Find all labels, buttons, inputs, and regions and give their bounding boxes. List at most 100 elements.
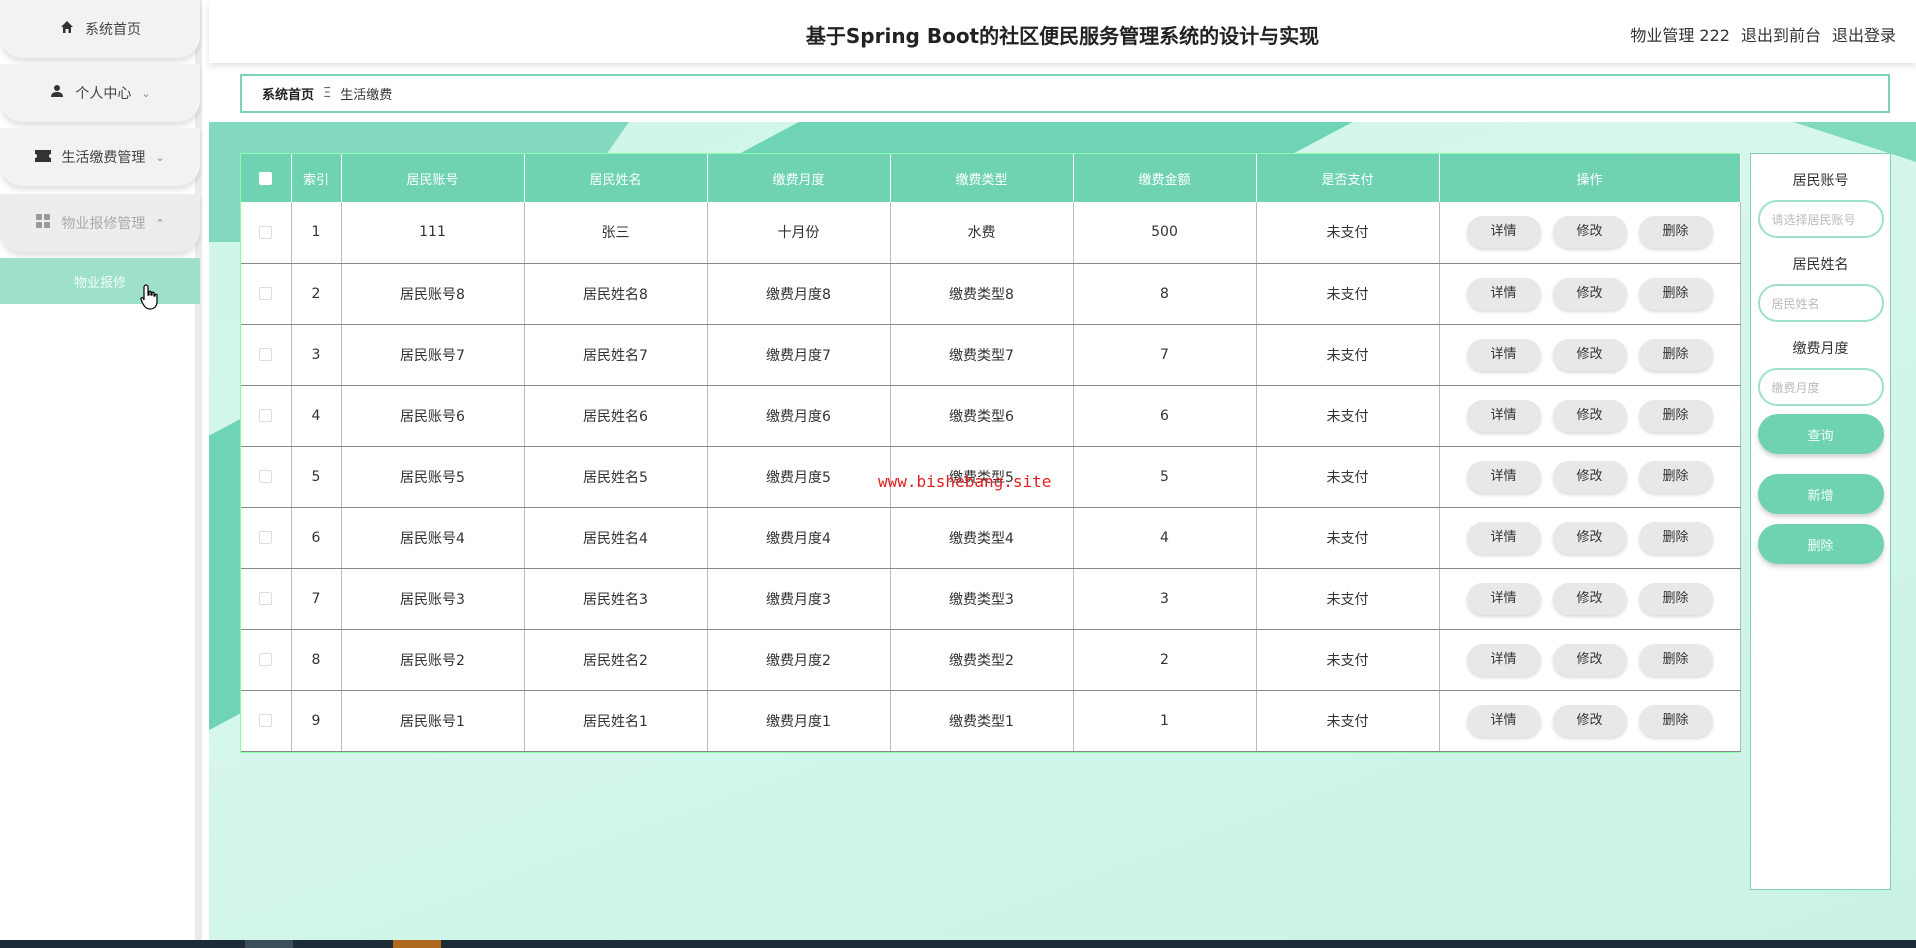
cell-actions: 详情 修改 删除 — [1439, 690, 1741, 752]
row-select-cell[interactable] — [241, 629, 292, 691]
month-input[interactable]: 缴费月度 — [1757, 368, 1884, 406]
edit-button[interactable]: 修改 — [1552, 216, 1627, 249]
name-label: 居民姓名 — [1792, 257, 1849, 273]
hand-cursor-icon — [140, 284, 160, 310]
current-user: 物业管理 222 — [1630, 26, 1730, 45]
cell-name: 居民姓名3 — [524, 568, 708, 630]
row-checkbox[interactable] — [259, 592, 273, 605]
sidebar-item-home[interactable]: 系统首页 — [0, 0, 200, 58]
row-select-cell[interactable] — [241, 202, 292, 264]
cell-paid: 未支付 — [1256, 202, 1440, 264]
submenu-item-repair[interactable]: 物业报修 — [0, 258, 200, 304]
top-header: 基于Spring Boot的社区便民服务管理系统的设计与实现 物业管理 222 … — [209, 0, 1916, 63]
logout-link[interactable]: 退出登录 — [1832, 22, 1896, 46]
delete-button[interactable]: 删除 — [1638, 704, 1713, 737]
select-all-checkbox[interactable] — [259, 171, 273, 185]
row-select-cell[interactable] — [241, 568, 292, 630]
cell-name: 居民姓名5 — [524, 446, 708, 508]
detail-button[interactable]: 详情 — [1466, 338, 1541, 371]
cell-actions: 详情 修改 删除 — [1439, 507, 1741, 569]
column-header: 缴费类型 — [890, 154, 1074, 202]
row-checkbox[interactable] — [259, 409, 273, 422]
row-checkbox[interactable] — [259, 470, 273, 483]
detail-button[interactable]: 详情 — [1466, 277, 1541, 310]
grid-icon — [35, 214, 51, 232]
home-icon — [59, 20, 75, 38]
edit-button[interactable]: 修改 — [1552, 460, 1627, 493]
edit-button[interactable]: 修改 — [1552, 277, 1627, 310]
row-checkbox[interactable] — [259, 225, 273, 239]
to-front-link[interactable]: 退出到前台 — [1741, 22, 1821, 46]
sidebar-item-payment[interactable]: 生活缴费管理 ⌄ — [0, 128, 200, 186]
detail-button[interactable]: 详情 — [1466, 460, 1541, 493]
delete-button[interactable]: 删除 — [1638, 521, 1713, 554]
breadcrumb-current: 生活缴费 — [340, 88, 393, 103]
table-row: 1 111 张三 十月份 水费 500 未支付 详情 修改 删除 — [241, 202, 1741, 264]
delete-button[interactable]: 删除 — [1638, 399, 1713, 432]
sidebar-item-label: 物业报修管理 — [61, 216, 146, 232]
cell-actions: 详情 修改 删除 — [1439, 324, 1741, 386]
cell-amount: 2 — [1073, 629, 1257, 691]
detail-button[interactable]: 详情 — [1466, 521, 1541, 554]
add-button[interactable]: 新增 — [1757, 474, 1884, 514]
row-select-cell[interactable] — [241, 690, 292, 752]
edit-button[interactable]: 修改 — [1552, 643, 1627, 676]
cell-account: 居民账号4 — [341, 507, 525, 569]
ticket-icon — [35, 148, 52, 166]
row-checkbox[interactable] — [259, 653, 273, 666]
detail-button[interactable]: 详情 — [1466, 704, 1541, 737]
edit-button[interactable]: 修改 — [1552, 582, 1627, 615]
cell-name: 居民姓名2 — [524, 629, 708, 691]
delete-button[interactable]: 删除 — [1638, 277, 1713, 310]
breadcrumb: 系统首页 Ξ 生活缴费 — [240, 74, 1890, 113]
row-checkbox[interactable] — [259, 348, 273, 361]
edit-button[interactable]: 修改 — [1552, 704, 1627, 737]
name-input[interactable]: 居民姓名 — [1757, 284, 1884, 322]
sidebar-item-label: 系统首页 — [85, 22, 141, 38]
header-actions: 物业管理 222 退出到前台 退出登录 — [1630, 22, 1896, 46]
row-checkbox[interactable] — [259, 287, 273, 300]
query-button[interactable]: 查询 — [1757, 414, 1884, 454]
column-header: 居民姓名 — [524, 154, 708, 202]
cell-month: 缴费月度7 — [707, 324, 891, 386]
row-select-cell[interactable] — [241, 385, 292, 447]
cell-type: 缴费类型6 — [890, 385, 1074, 447]
cell-amount: 8 — [1073, 263, 1257, 325]
delete-button[interactable]: 删除 — [1638, 216, 1713, 249]
breadcrumb-home[interactable]: 系统首页 — [262, 84, 314, 103]
cell-amount: 4 — [1073, 507, 1257, 569]
cell-index: 5 — [291, 446, 342, 508]
account-select[interactable]: 请选择居民账号 — [1757, 200, 1884, 238]
edit-button[interactable]: 修改 — [1552, 399, 1627, 432]
row-select-cell[interactable] — [241, 263, 292, 325]
sidebar: 系统首页 个人中心 ⌄ 生活缴费管理 ⌄ 物业报修管理 ⌃ 物业报修 — [0, 0, 202, 940]
detail-button[interactable]: 详情 — [1466, 216, 1541, 249]
cell-name: 居民姓名8 — [524, 263, 708, 325]
sidebar-item-repair[interactable]: 物业报修管理 ⌃ — [0, 194, 200, 252]
table-row: 3 居民账号7 居民姓名7 缴费月度7 缴费类型7 7 未支付 详情 修改 删除 — [241, 324, 1741, 386]
cell-amount: 3 — [1073, 568, 1257, 630]
chevron-down-icon: ⌄ — [141, 86, 151, 100]
row-select-cell[interactable] — [241, 324, 292, 386]
sidebar-item-personal[interactable]: 个人中心 ⌄ — [0, 64, 200, 122]
row-select-cell[interactable] — [241, 446, 292, 508]
delete-button[interactable]: 删除 — [1638, 582, 1713, 615]
cell-month: 缴费月度5 — [707, 446, 891, 508]
delete-button[interactable]: 删除 — [1638, 643, 1713, 676]
delete-button[interactable]: 删除 — [1638, 338, 1713, 371]
row-checkbox[interactable] — [259, 531, 273, 544]
sidebar-item-label: 生活缴费管理 — [61, 150, 146, 166]
select-all-cell[interactable] — [241, 154, 292, 202]
edit-button[interactable]: 修改 — [1552, 521, 1627, 554]
table-row: 6 居民账号4 居民姓名4 缴费月度4 缴费类型4 4 未支付 详情 修改 删除 — [241, 507, 1741, 569]
os-taskbar — [0, 940, 1916, 948]
detail-button[interactable]: 详情 — [1466, 399, 1541, 432]
delete-button[interactable]: 删除 — [1638, 460, 1713, 493]
row-checkbox[interactable] — [259, 714, 273, 727]
batch-delete-button[interactable]: 删除 — [1757, 524, 1884, 564]
edit-button[interactable]: 修改 — [1552, 338, 1627, 371]
detail-button[interactable]: 详情 — [1466, 643, 1541, 676]
row-select-cell[interactable] — [241, 507, 292, 569]
detail-button[interactable]: 详情 — [1466, 582, 1541, 615]
chevron-up-icon: ⌃ — [155, 216, 165, 230]
